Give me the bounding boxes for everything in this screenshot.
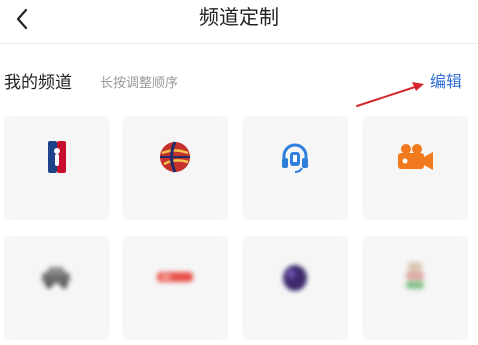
top-bar: 频道定制 <box>0 0 478 44</box>
section-title: 我的频道 <box>4 73 72 93</box>
reorder-hint: 长按调整顺序 <box>100 76 179 91</box>
channel-card-nba[interactable] <box>4 116 110 220</box>
red-badge-icon <box>155 258 195 296</box>
channel-card-badge[interactable] <box>122 236 228 340</box>
channel-card-shoe[interactable] <box>362 236 468 340</box>
red-arrow-icon <box>356 82 424 107</box>
channel-card-headset[interactable] <box>242 116 348 220</box>
page-title: 频道定制 <box>199 5 279 29</box>
purple-ball-icon <box>275 258 315 296</box>
channel-card-purple[interactable] <box>242 236 348 340</box>
headset-icon <box>275 138 315 176</box>
nba-logo-icon <box>37 138 77 176</box>
shoe-icon <box>395 258 435 296</box>
channel-grid <box>0 116 478 345</box>
channel-card-video[interactable] <box>362 116 468 220</box>
basketball-icon <box>155 138 195 176</box>
channel-card-basketball[interactable] <box>122 116 228 220</box>
channel-card-car[interactable] <box>4 236 110 340</box>
video-camera-icon <box>395 138 435 176</box>
edit-button[interactable]: 编辑 <box>430 68 462 92</box>
car-icon <box>37 258 77 296</box>
